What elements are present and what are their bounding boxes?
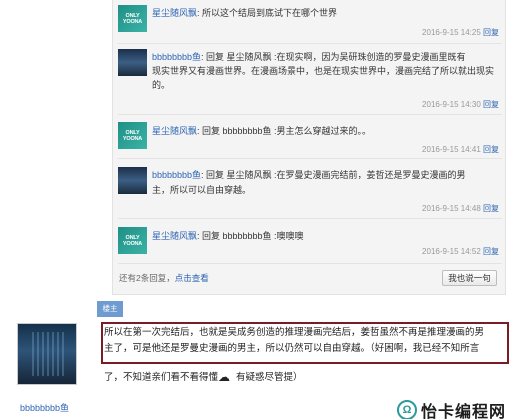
avatar[interactable] xyxy=(118,49,147,76)
more-replies: 还有2条回复，点击查看 xyxy=(119,273,209,283)
reply-text: : 回复 bbbbbbbb鱼 :噢噢噢 xyxy=(197,231,304,241)
divider xyxy=(118,263,502,264)
reply-username[interactable]: 星尘随风飘 xyxy=(152,8,197,18)
emoticon-icon: ☁ xyxy=(218,370,231,385)
reply-link[interactable]: 回复 xyxy=(483,28,499,37)
reply-link[interactable]: 回复 xyxy=(483,247,499,256)
reply-username[interactable]: bbbbbbbb鱼 xyxy=(152,52,201,62)
avatar[interactable]: ONLY YOONA xyxy=(118,5,147,32)
reply-time: 2016-9-15 14:41 回复 xyxy=(422,145,499,154)
reply-time: 2016-9-15 14:25 回复 xyxy=(422,28,499,37)
reply-username[interactable]: bbbbbbbb鱼 xyxy=(152,170,201,180)
op-username[interactable]: bbbbbbbb鱼 xyxy=(20,401,69,414)
op-avatar[interactable] xyxy=(17,323,77,385)
say-something-button[interactable]: 我也说一句 xyxy=(442,270,497,286)
watermark-text: 怡卡编程网 xyxy=(420,404,506,419)
reply-link[interactable]: 回复 xyxy=(483,145,499,154)
reply-link[interactable]: 回复 xyxy=(483,100,499,109)
reply-item: bbbbbbbb鱼: 回复 星尘随风飘 :在现实啊，因为吴研珠创造的罗曼史漫画里… xyxy=(113,44,507,113)
watermark-logo-icon: Ω xyxy=(396,400,417,419)
avatar-logo-text: ONLY YOONA xyxy=(122,234,143,247)
reply-time: 2016-9-15 14:48 回复 xyxy=(422,204,499,213)
reply-time: 2016-9-15 14:52 回复 xyxy=(422,247,499,256)
reply-item: ONLY YOONA 星尘随风飘: 回复 bbbbbbbb鱼 :噢噢噢 2016-… xyxy=(113,219,507,263)
reply-text-cont: 现实世界又有漫画世界。在漫画场景中，也是在现实世界中，漫画完结了所以就出现实的。 xyxy=(152,66,495,90)
avatar[interactable]: ONLY YOONA xyxy=(118,122,147,149)
avatar-logo-text: ONLY YOONA xyxy=(122,12,143,25)
reply-panel: ONLY YOONA 星尘随风飘: 所以这个结局到底试下在哪个世界 2016-9-… xyxy=(112,0,506,295)
view-more-link[interactable]: 点击查看 xyxy=(175,273,209,283)
reply-username[interactable]: 星尘随风飘 xyxy=(152,231,197,241)
reply-time: 2016-9-15 14:30 回复 xyxy=(422,100,499,109)
reply-item: ONLY YOONA 星尘随风飘: 回复 bbbbbbbb鱼 :男主怎么穿越过来的… xyxy=(113,115,507,157)
op-badge: 楼主 xyxy=(97,301,123,317)
highlight-box xyxy=(101,322,509,364)
avatar[interactable] xyxy=(118,167,147,194)
reply-item: bbbbbbbb鱼: 回复 星尘随风飘 :在罗曼史漫画完结前，姜哲还是罗曼史漫画… xyxy=(113,159,507,217)
reply-text: : 所以这个结局到底试下在哪个世界 xyxy=(197,8,338,18)
reply-text: : 回复 bbbbbbbb鱼 :男主怎么穿越过来的。。 xyxy=(197,126,372,136)
reply-link[interactable]: 回复 xyxy=(483,204,499,213)
reply-text: : 回复 星尘随风飘 :在现实啊，因为吴研珠创造的罗曼史漫画里既有 xyxy=(201,52,466,62)
reply-username[interactable]: 星尘随风飘 xyxy=(152,126,197,136)
post-line: 了，不知道亲们看不看得懂☁ 有疑惑尽管提） xyxy=(104,370,303,385)
avatar[interactable]: ONLY YOONA xyxy=(118,227,147,254)
reply-text-cont: 主，所以可以自由穿越。 xyxy=(152,185,252,195)
reply-text: : 回复 星尘随风飘 :在罗曼史漫画完结前，姜哲还是罗曼史漫画的男 xyxy=(201,170,466,180)
avatar-logo-text: ONLY YOONA xyxy=(122,129,143,142)
watermark: Ω 怡卡编程网 xyxy=(396,398,506,419)
reply-item: ONLY YOONA 星尘随风飘: 所以这个结局到底试下在哪个世界 2016-9-… xyxy=(113,0,507,45)
